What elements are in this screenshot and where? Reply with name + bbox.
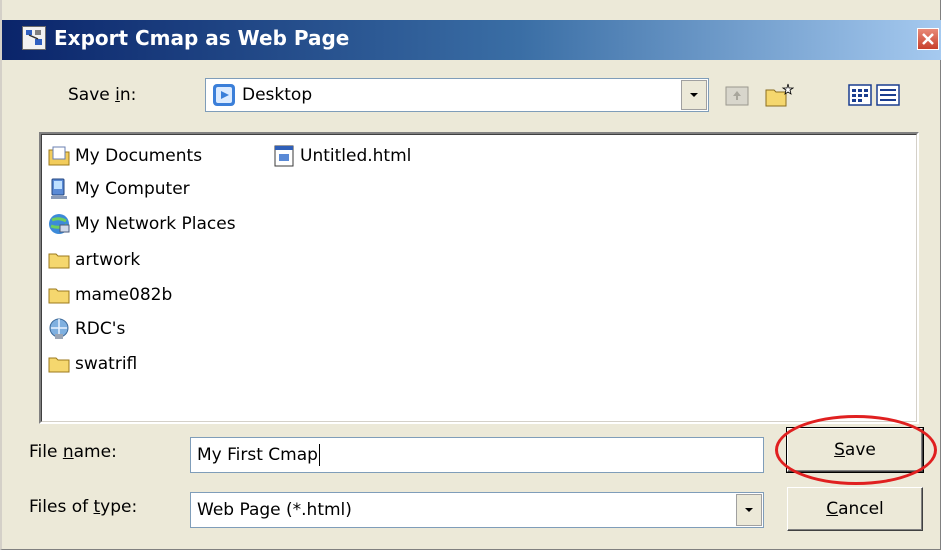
list-item-mame082b[interactable]: mame082b	[47, 281, 172, 309]
title-bar: Export Cmap as Web Page	[2, 20, 941, 60]
file-type-dropdown-arrow[interactable]	[736, 494, 762, 526]
cmap-app-icon	[22, 26, 46, 50]
save-in-dropdown-arrow[interactable]	[681, 80, 707, 110]
desktop-icon	[212, 83, 236, 107]
new-folder-icon	[765, 83, 794, 107]
close-icon	[922, 33, 934, 45]
window-title: Export Cmap as Web Page	[54, 26, 350, 50]
up-one-level-button[interactable]	[720, 78, 754, 112]
list-item-my-documents[interactable]: My Documents	[47, 142, 202, 170]
chevron-down-icon	[690, 93, 698, 97]
close-button[interactable]	[917, 28, 939, 50]
create-new-folder-button[interactable]	[762, 78, 796, 112]
file-type-label: Files of type:	[29, 497, 138, 517]
file-list[interactable]: My Documents My Computer My Network Plac…	[39, 132, 919, 424]
list-item-my-network-places[interactable]: My Network Places	[47, 210, 236, 238]
save-in-value: Desktop	[242, 85, 313, 105]
network-drive-icon	[47, 317, 71, 341]
list-item-untitled-html[interactable]: Untitled.html	[272, 142, 411, 170]
html-file-icon	[272, 144, 296, 168]
file-name-label: File name:	[29, 442, 117, 462]
my-documents-icon	[47, 144, 71, 168]
cancel-button[interactable]: Cancel	[787, 487, 923, 531]
save-in-label: Save in:	[68, 85, 137, 105]
save-highlight-circle	[775, 415, 937, 485]
chevron-down-icon	[745, 508, 753, 512]
view-menu-icon	[848, 84, 900, 106]
file-name-input[interactable]: My First Cmap	[190, 437, 764, 473]
list-item-swatrifl[interactable]: swatrifl	[47, 350, 137, 378]
view-menu-button[interactable]	[845, 78, 903, 112]
network-places-icon	[47, 212, 71, 236]
save-in-dropdown[interactable]: Desktop	[205, 78, 709, 112]
export-dialog: Export Cmap as Web Page Save in: Desktop	[0, 0, 941, 550]
list-item-my-computer[interactable]: My Computer	[47, 175, 190, 203]
list-item-rdcs[interactable]: RDC's	[47, 315, 125, 343]
folder-icon	[47, 352, 71, 376]
file-type-dropdown[interactable]: Web Page (*.html)	[190, 492, 764, 528]
folder-icon	[47, 283, 71, 307]
up-folder-icon	[725, 86, 749, 106]
file-type-value: Web Page (*.html)	[197, 500, 352, 520]
list-item-artwork[interactable]: artwork	[47, 246, 140, 274]
text-caret	[318, 444, 320, 466]
folder-icon	[47, 248, 71, 272]
computer-icon	[47, 177, 71, 201]
